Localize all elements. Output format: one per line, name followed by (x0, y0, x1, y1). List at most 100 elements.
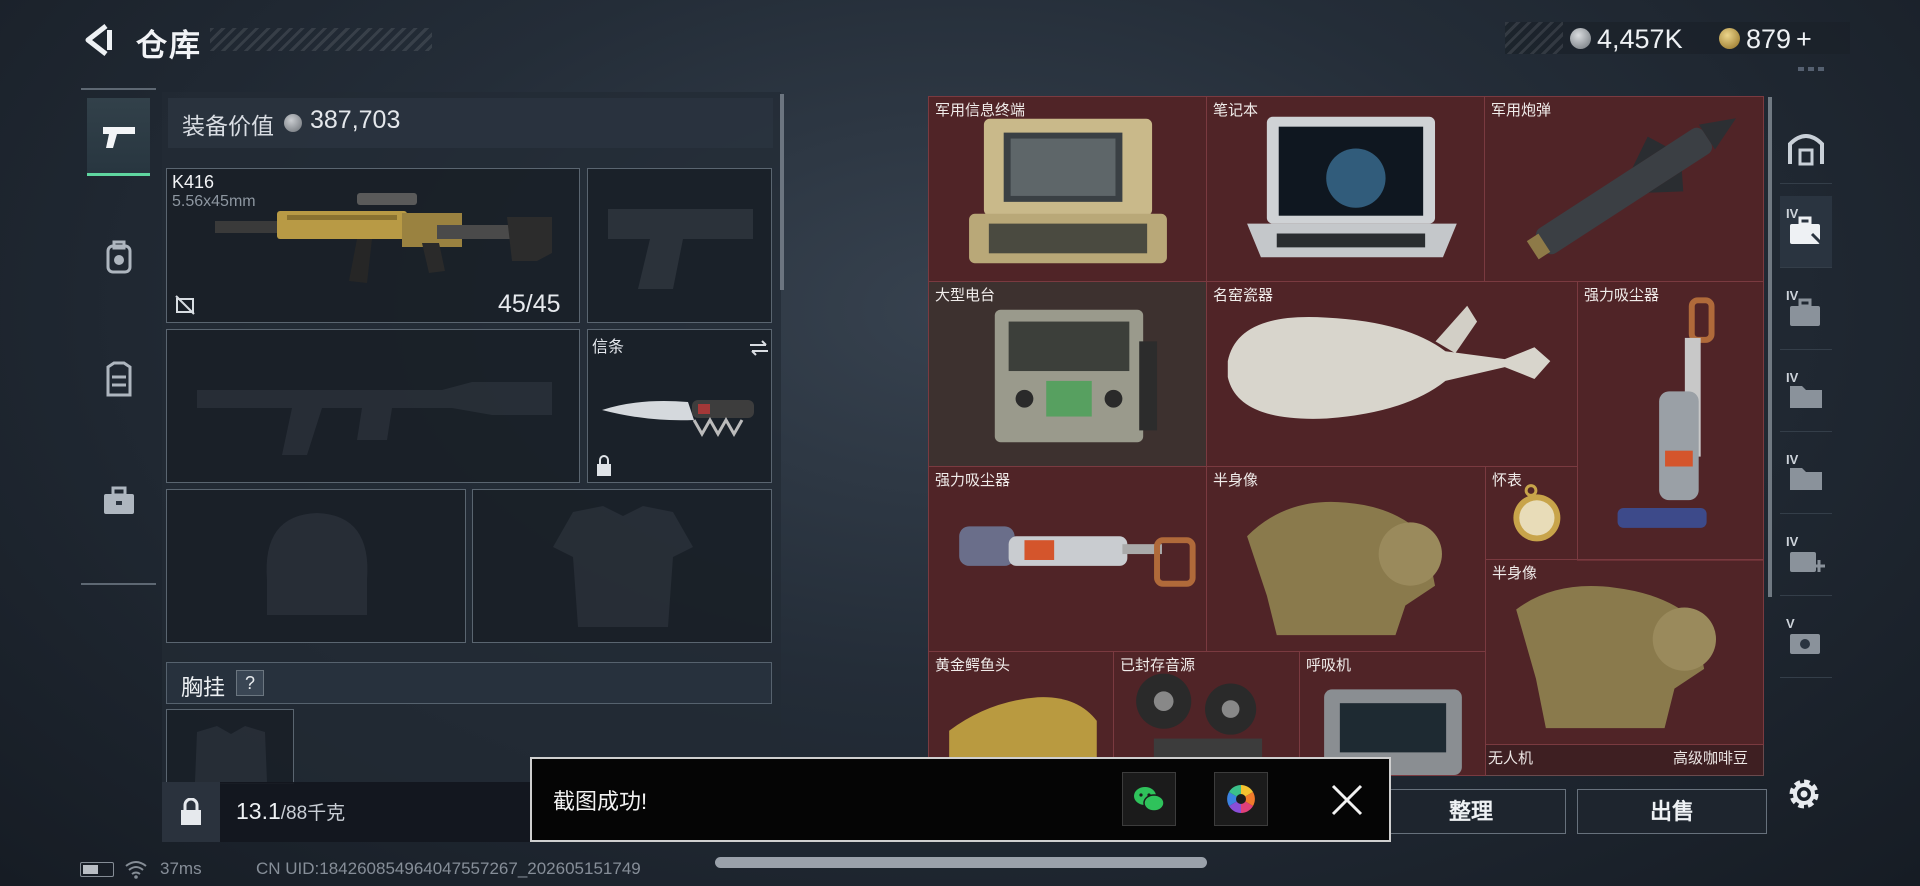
armor-silhouette-icon (553, 506, 693, 627)
gold-coin-icon (1719, 28, 1740, 49)
user-uid: CN UID:184260854964047557267_20260515174… (256, 859, 641, 878)
item-label: 黄金鳄鱼头 (935, 657, 1011, 674)
tab-folder-iv-1[interactable]: IV (1780, 360, 1832, 432)
silver-coin-icon (284, 114, 302, 132)
item-label: 强力吸尘器 (935, 472, 1011, 489)
storage-item-pocket-watch[interactable]: 怀表 (1485, 466, 1578, 560)
weight-limit: /88千克 (280, 803, 346, 824)
nav-case[interactable] (87, 462, 150, 540)
weapon-ammo: 45/45 (498, 290, 561, 318)
weight-readout: 13.1/88千克 (236, 798, 345, 825)
gear-icon[interactable] (1786, 776, 1822, 812)
storage-item-artillery-shell[interactable]: 军用炮弹 (1484, 96, 1764, 282)
share-wechat-button[interactable] (1122, 772, 1176, 826)
loadout-nav (81, 88, 156, 585)
weight-value: 13.1 (236, 798, 281, 824)
storage-item-vacuum-cleaner[interactable]: 强力吸尘器 (1577, 281, 1764, 561)
tab-add-case-iv[interactable]: IV (1780, 524, 1832, 596)
pistol-icon (102, 126, 135, 148)
sort-button[interactable]: 整理 (1376, 789, 1566, 834)
item-label: 强力吸尘器 (1584, 287, 1660, 304)
pistol-slot[interactable] (587, 168, 772, 323)
chest-rig-slot[interactable] (166, 709, 294, 784)
storage-item-vacuum-cleaner-2[interactable]: 强力吸尘器 (928, 466, 1207, 652)
equip-value: 387,703 (310, 106, 401, 134)
toast-message: 截图成功! (553, 789, 648, 814)
pistol-silhouette-icon (608, 209, 753, 289)
silver-coin-icon (1570, 28, 1591, 49)
storage-item-coffee-label[interactable]: 高级咖啡豆 (1673, 747, 1748, 768)
item-label: 已封存音源 (1120, 657, 1196, 674)
add-currency-button[interactable]: + (1796, 24, 1812, 55)
storage-scrollbar[interactable] (1768, 97, 1772, 597)
briefcase-icon (103, 486, 134, 514)
backpack-icon (106, 240, 131, 274)
tab-storage-main[interactable] (1780, 112, 1832, 184)
storage-item-laptop[interactable]: 笔记本 (1206, 96, 1485, 282)
back-arrow-icon[interactable] (80, 22, 116, 58)
item-label: 军用信息终端 (935, 102, 1026, 119)
wechat-icon (1134, 787, 1165, 812)
gold-amount: 879 (1746, 24, 1792, 54)
photos-icon (1227, 785, 1255, 813)
weapon-caliber: 5.56x45mm (172, 193, 256, 210)
storage-item-military-terminal[interactable]: 军用信息终端 (928, 96, 1207, 282)
secondary-weapon-slot[interactable] (166, 329, 580, 483)
nav-vest[interactable] (87, 340, 150, 418)
storage-item-bust-2[interactable]: 半身像 (1485, 559, 1764, 745)
tier-label: IV (1786, 288, 1799, 303)
weapon-name: K416 (172, 172, 215, 192)
storage-arch-icon (1788, 133, 1824, 165)
rifle-icon (215, 193, 552, 283)
weight-lock-icon (181, 798, 201, 825)
no-insurance-icon (175, 295, 195, 315)
home-indicator[interactable] (715, 857, 1207, 868)
currency-bar: 4,457K 879 + (1505, 22, 1850, 54)
chest-rig-label: 胸挂 (181, 675, 226, 700)
loadout-scrollbar[interactable] (780, 94, 784, 290)
laptop-icon (1247, 116, 1457, 258)
bust-icon (1247, 501, 1442, 636)
ping-readout: 37ms (160, 859, 202, 878)
silver-amount: 4,457K (1597, 24, 1683, 54)
item-label: 半身像 (1213, 472, 1259, 489)
tab-case-v[interactable]: V (1780, 606, 1832, 678)
chest-rig-silhouette-icon (195, 726, 267, 782)
military-terminal-icon (969, 118, 1167, 264)
tab-folder-iv-2[interactable]: IV (1780, 442, 1832, 514)
large-radio-icon (994, 309, 1158, 443)
item-label: 怀表 (1492, 472, 1523, 489)
rifle-silhouette-icon (197, 382, 552, 455)
melee-name: 信条 (592, 339, 625, 356)
item-label: 半身像 (1492, 565, 1538, 582)
chest-rig-help-button[interactable]: ? (236, 670, 264, 696)
page-title: 仓库 (136, 28, 202, 63)
storage-item-drone-label[interactable]: 无人机 (1488, 747, 1533, 768)
storage-item-bust[interactable]: 半身像 (1206, 466, 1486, 652)
vacuum-cleaner-icon (1617, 297, 1715, 528)
item-label: 军用炮弹 (1491, 102, 1552, 119)
tab-case-iv-1[interactable]: IV (1780, 196, 1832, 268)
wifi-icon (125, 861, 147, 879)
storage-item-porcelain-vase[interactable]: 名窑瓷器 (1206, 281, 1578, 467)
helmet-silhouette-icon (266, 513, 368, 615)
item-label: 笔记本 (1213, 102, 1259, 119)
sell-button[interactable]: 出售 (1577, 789, 1767, 834)
weight-lock-button[interactable] (162, 782, 220, 842)
share-photos-button[interactable] (1214, 772, 1268, 826)
nav-backpack[interactable] (87, 218, 150, 296)
storage-item-large-radio[interactable]: 大型电台 (928, 281, 1207, 467)
menu-dots-icon (1798, 67, 1824, 71)
item-label: 名窑瓷器 (1213, 287, 1274, 304)
tab-case-iv-2[interactable]: IV (1780, 278, 1832, 350)
tier-label: V (1786, 616, 1795, 631)
battery-icon (80, 862, 114, 877)
armor-slot[interactable] (472, 489, 772, 643)
tier-label: IV (1786, 534, 1799, 549)
close-icon[interactable] (1325, 778, 1369, 822)
helmet-slot[interactable] (166, 489, 466, 643)
nav-weapons[interactable] (87, 98, 150, 176)
tier-label: IV (1786, 452, 1799, 467)
item-label: 大型电台 (935, 287, 996, 304)
swap-icon (750, 340, 768, 356)
